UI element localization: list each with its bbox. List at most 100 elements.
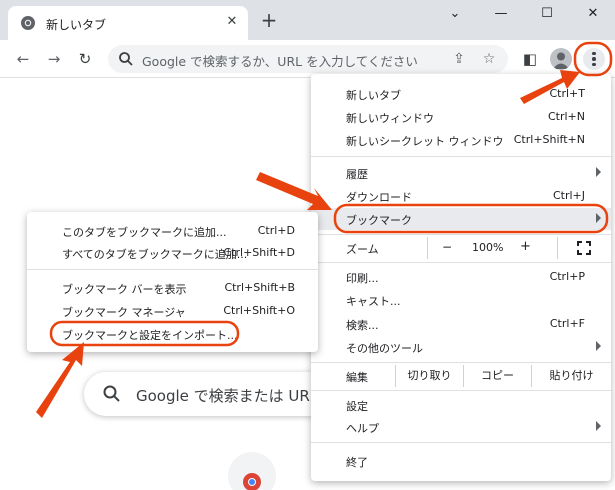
toolbar: ← → ↻ Google で検索するか、URL を入力してください ⇪ ☆ ◧ xyxy=(0,40,615,78)
menu-item-print[interactable]: 印刷... Ctrl+P xyxy=(311,266,611,288)
menu-item-settings[interactable]: 設定 xyxy=(311,394,611,416)
fullscreen-icon[interactable] xyxy=(577,241,591,255)
menu-item-label: 印刷... xyxy=(346,272,379,285)
menu-item-label: キャスト... xyxy=(346,295,401,308)
menu-item-new-tab[interactable]: 新しいタブ Ctrl+T xyxy=(311,83,611,105)
menu-item-shortcut: Ctrl+T xyxy=(549,87,585,100)
reload-icon[interactable]: ↻ xyxy=(74,48,96,70)
side-panel-icon[interactable]: ◧ xyxy=(519,48,541,70)
submenu-item-label: ブックマークと設定をインポート... xyxy=(62,329,238,342)
menu-item-shortcut: Ctrl+P xyxy=(549,270,585,283)
new-tab-button[interactable]: + xyxy=(258,10,280,32)
shortcut-tile[interactable] xyxy=(228,452,276,490)
menu-item-shortcut: Ctrl+Shift+N xyxy=(513,133,585,146)
tab-search-icon[interactable]: ⌄ xyxy=(432,0,478,30)
submenu-arrow-icon xyxy=(596,421,601,431)
submenu-item-label: すべてのタブをブックマークに追加... xyxy=(62,248,248,261)
search-icon xyxy=(103,385,120,402)
kebab-dot-icon xyxy=(592,62,596,66)
edit-row: 編集 切り取り コピー 貼り付け xyxy=(311,365,611,387)
menu-item-label: その他のツール xyxy=(346,342,423,355)
menu-separator xyxy=(311,156,611,157)
omnibox-placeholder: Google で検索するか、URL を入力してください xyxy=(142,54,418,69)
edit-label: 編集 xyxy=(346,371,368,384)
omnibox[interactable]: Google で検索するか、URL を入力してください ⇪ ☆ xyxy=(108,45,508,73)
zoom-label: ズーム xyxy=(346,243,379,256)
menu-item-shortcut: Ctrl+F xyxy=(549,317,585,330)
profile-icon xyxy=(553,52,569,69)
kebab-dot-icon xyxy=(592,51,596,55)
menu-separator xyxy=(311,442,611,443)
window-close-button[interactable]: ✕ xyxy=(570,0,615,30)
submenu-item-manager[interactable]: ブックマーク マネージャ Ctrl+Shift+O xyxy=(27,301,318,321)
menu-item-history[interactable]: 履歴 xyxy=(311,162,611,184)
menu-item-label: 新しいタブ xyxy=(346,89,401,102)
submenu-item-import[interactable]: ブックマークと設定をインポート... xyxy=(27,324,318,344)
zoom-out-button[interactable]: − xyxy=(442,240,452,254)
chrome-icon xyxy=(243,473,261,490)
menu-item-bookmarks[interactable]: ブックマーク xyxy=(311,208,611,230)
cut-button[interactable]: 切り取り xyxy=(395,365,463,387)
page-search-placeholder: Google で検索または UR xyxy=(136,387,310,405)
menu-item-downloads[interactable]: ダウンロード Ctrl+J xyxy=(311,185,611,207)
copy-button[interactable]: コピー xyxy=(463,365,531,387)
kebab-dot-icon xyxy=(592,57,596,61)
back-icon[interactable]: ← xyxy=(12,48,34,70)
menu-item-label: 検索... xyxy=(346,319,379,332)
submenu-item-label: このタブをブックマークに追加... xyxy=(62,226,227,239)
search-icon xyxy=(119,52,133,66)
forward-icon[interactable]: → xyxy=(43,48,65,70)
menu-item-shortcut: Ctrl+N xyxy=(547,110,585,123)
close-icon[interactable]: ✕ xyxy=(224,14,240,30)
menu-item-cast[interactable]: キャスト... xyxy=(311,289,611,311)
tab-strip: 新しいタブ ✕ + ⌄ — ☐ ✕ xyxy=(0,0,615,40)
menu-item-label: ダウンロード xyxy=(346,191,412,204)
menu-separator xyxy=(311,262,611,263)
menu-item-label: 設定 xyxy=(346,400,368,413)
submenu-item-shortcut: Ctrl+Shift+B xyxy=(224,281,295,294)
menu-separator xyxy=(311,390,611,391)
submenu-item-bookmark-tab[interactable]: このタブをブックマークに追加... Ctrl+D xyxy=(27,221,318,241)
submenu-item-label: ブックマーク マネージャ xyxy=(62,306,186,319)
maximize-button[interactable]: ☐ xyxy=(524,0,570,30)
submenu-item-shortcut: Ctrl+D xyxy=(257,224,295,237)
avatar[interactable] xyxy=(550,48,572,70)
bookmark-submenu: このタブをブックマークに追加... Ctrl+D すべてのタブをブックマークに追… xyxy=(27,212,318,352)
menu-separator xyxy=(27,269,318,270)
menu-item-more-tools[interactable]: その他のツール xyxy=(311,336,611,358)
menu-item-label: ヘルプ xyxy=(346,422,379,435)
submenu-arrow-icon xyxy=(596,341,601,351)
menu-separator xyxy=(311,234,611,235)
submenu-item-bookmark-all-tabs[interactable]: すべてのタブをブックマークに追加... Ctrl+Shift+D xyxy=(27,243,318,263)
menu-separator xyxy=(311,362,611,363)
bookmark-star-icon[interactable]: ☆ xyxy=(480,50,498,68)
menu-button[interactable] xyxy=(583,48,605,70)
menu-item-new-incognito[interactable]: 新しいシークレット ウィンドウ Ctrl+Shift+N xyxy=(311,129,611,151)
submenu-arrow-icon xyxy=(596,213,601,223)
tab-new-tab[interactable]: 新しいタブ ✕ xyxy=(8,6,248,40)
menu-item-new-window[interactable]: 新しいウィンドウ Ctrl+N xyxy=(311,106,611,128)
share-icon[interactable]: ⇪ xyxy=(450,50,468,68)
submenu-item-shortcut: Ctrl+Shift+O xyxy=(223,304,295,317)
submenu-item-shortcut: Ctrl+Shift+D xyxy=(223,246,295,259)
submenu-arrow-icon xyxy=(596,167,601,177)
zoom-row: ズーム − 100% + xyxy=(311,237,611,259)
tab-title: 新しいタブ xyxy=(46,18,107,32)
main-menu: 新しいタブ Ctrl+T 新しいウィンドウ Ctrl+N 新しいシークレット ウ… xyxy=(311,74,611,481)
menu-item-help[interactable]: ヘルプ xyxy=(311,416,611,438)
zoom-value: 100% xyxy=(472,241,504,254)
menu-item-label: 終了 xyxy=(346,456,368,469)
submenu-item-show-bar[interactable]: ブックマーク バーを表示 Ctrl+Shift+B xyxy=(27,278,318,298)
menu-item-find[interactable]: 検索... Ctrl+F xyxy=(311,313,611,335)
menu-item-label: 履歴 xyxy=(346,168,368,181)
arrow-icon xyxy=(36,342,84,418)
paste-button[interactable]: 貼り付け xyxy=(531,365,611,387)
menu-item-shortcut: Ctrl+J xyxy=(552,189,585,202)
menu-item-exit[interactable]: 終了 xyxy=(311,450,611,472)
menu-item-label: 新しいウィンドウ xyxy=(346,112,434,125)
minimize-button[interactable]: — xyxy=(478,0,524,30)
fullscreen-cell xyxy=(557,237,611,259)
zoom-in-button[interactable]: + xyxy=(520,239,531,254)
menu-item-label: 新しいシークレット ウィンドウ xyxy=(346,135,504,148)
menu-item-label: ブックマーク xyxy=(346,214,412,227)
